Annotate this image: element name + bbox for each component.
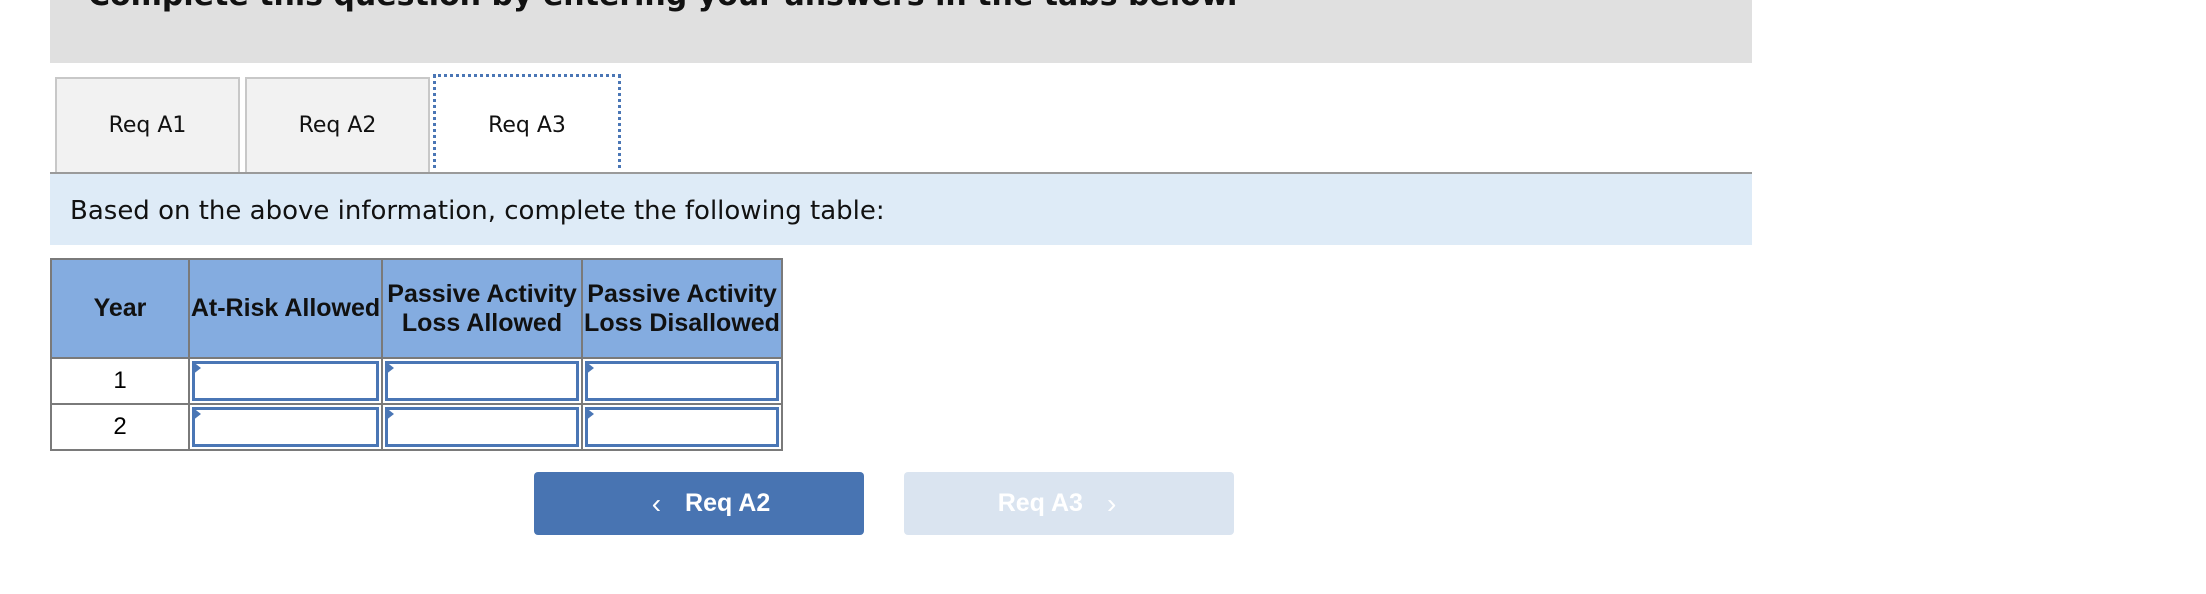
col-header-pal-allowed: Passive Activity Loss Allowed (381, 258, 583, 359)
prev-button-label: Req A2 (685, 489, 771, 517)
next-req-a3-button[interactable]: Req A3 › (904, 472, 1234, 535)
header-row: Year At-Risk Allowed Passive Activity Lo… (50, 258, 783, 359)
pal-disallowed-input[interactable] (585, 361, 779, 401)
next-button-label: Req A3 (997, 489, 1083, 517)
answer-table: Year At-Risk Allowed Passive Activity Lo… (50, 258, 783, 451)
prev-req-a2-button[interactable]: ‹ Req A2 (534, 472, 864, 535)
instruction-text: Complete this question by entering your … (88, 0, 1238, 13)
tab-label: Req A1 (108, 113, 187, 138)
chevron-left-icon: ‹ (651, 487, 662, 519)
col-header-at-risk-allowed: At-Risk Allowed (188, 258, 383, 359)
pal-allowed-input[interactable] (385, 361, 579, 401)
instruction-header: Complete this question by entering your … (50, 0, 1752, 63)
year-cell: 2 (50, 403, 190, 451)
year-cell: 1 (50, 357, 190, 405)
tab-label: Req A3 (488, 112, 566, 138)
input-marker-icon (585, 407, 594, 421)
input-marker-icon (585, 361, 594, 375)
input-marker-icon (385, 407, 394, 421)
input-marker-icon (192, 407, 201, 421)
tab-label: Req A2 (298, 113, 377, 138)
prompt-text: Based on the above information, complete… (70, 196, 885, 226)
table-row: 1 (50, 357, 783, 405)
at-risk-allowed-input[interactable] (192, 361, 379, 401)
pal-allowed-input[interactable] (385, 407, 579, 447)
prompt-band: Based on the above information, complete… (50, 174, 1752, 245)
table-row: 2 (50, 403, 783, 451)
pal-disallowed-input[interactable] (585, 407, 779, 447)
tab-req-a2[interactable]: Req A2 (245, 77, 430, 172)
input-marker-icon (192, 361, 201, 375)
tab-req-a1[interactable]: Req A1 (55, 77, 240, 172)
tab-req-a3[interactable]: Req A3 (433, 74, 621, 176)
input-marker-icon (385, 361, 394, 375)
col-header-year: Year (50, 258, 190, 359)
at-risk-allowed-input[interactable] (192, 407, 379, 447)
col-header-pal-disallowed: Passive Activity Loss Disallowed (581, 258, 783, 359)
chevron-right-icon: › (1106, 487, 1117, 519)
